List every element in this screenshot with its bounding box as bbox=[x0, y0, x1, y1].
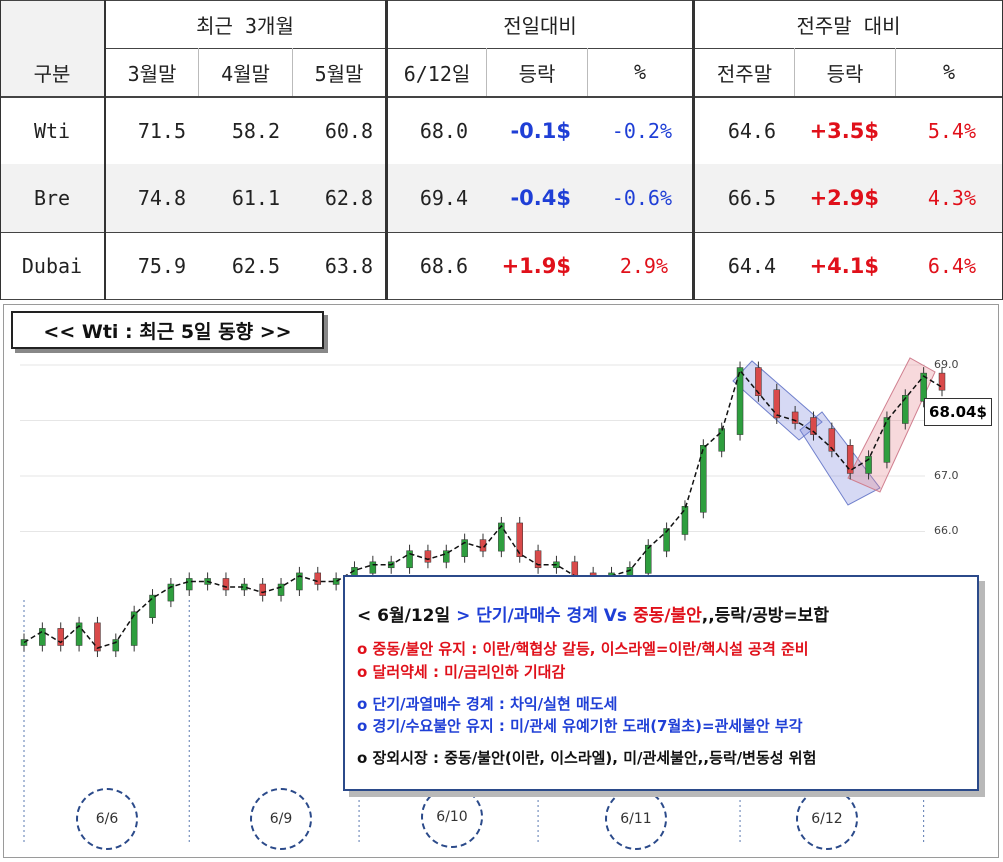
headline-part-b: 중동/불안 bbox=[632, 606, 702, 626]
candle-body bbox=[755, 367, 762, 396]
candle-body bbox=[681, 506, 689, 535]
headline-part-a: 단기/과매수 경계 Vs bbox=[476, 606, 628, 626]
candle-body bbox=[424, 550, 432, 563]
date-badge-jun10: 6/10 bbox=[421, 786, 483, 848]
market-commentary-box: < 6월/12일 > 단기/과매수 경계 Vs 중동/불안,,등락/공방=보합 … bbox=[343, 575, 979, 791]
commentary-line-4: o 경기/수요불안 유지 : 미/관세 유예기한 도래(7월초)=관세불안 부각 bbox=[357, 717, 803, 735]
date-badge-jun6: 6/6 bbox=[76, 788, 138, 850]
headline-arrow: > bbox=[456, 606, 471, 626]
y-tick-67: 67.0 bbox=[934, 469, 959, 482]
candle-body bbox=[736, 367, 744, 435]
headline-date: < 6월/12일 bbox=[357, 606, 451, 626]
last-price-label: 68.04$ bbox=[924, 398, 992, 426]
candle-body bbox=[718, 428, 725, 452]
chart-title: << Wti : 최근 5일 동향 >> bbox=[11, 311, 324, 349]
candle-body bbox=[277, 583, 285, 596]
candle-body bbox=[700, 445, 707, 513]
candle-body bbox=[938, 372, 946, 391]
candle-body bbox=[39, 628, 46, 646]
y-tick-66: 66.0 bbox=[934, 524, 959, 537]
commentary-line-5: o 장외시장 : 중동/불안(이란, 이스라엘), 미/관세불안,,등락/변동성… bbox=[357, 749, 817, 767]
candle-body bbox=[185, 578, 193, 591]
candle-body bbox=[222, 578, 230, 591]
candle-body bbox=[791, 411, 799, 424]
candle-body bbox=[259, 583, 266, 596]
candle-body bbox=[314, 572, 322, 585]
date-badge-jun12: 6/12 bbox=[796, 788, 858, 850]
commentary-headline: < 6월/12일 > 단기/과매수 경계 Vs 중동/불안,,등락/공방=보합 bbox=[357, 601, 829, 626]
commentary-line-1: o 중동/불안 유지 : 이란/핵협상 갈등, 이스라엘=이란/핵시설 공격 준… bbox=[357, 640, 809, 658]
candle-body bbox=[773, 389, 781, 419]
headline-part-c: ,,등락/공방=보합 bbox=[701, 606, 829, 626]
candle-body bbox=[644, 544, 652, 574]
date-badge-jun11: 6/11 bbox=[605, 788, 667, 850]
candle-body bbox=[149, 594, 156, 618]
commentary-line-3: o 단기/과열매수 경계 : 차익/실현 매도세 bbox=[357, 695, 618, 713]
date-badge-jun9: 6/9 bbox=[250, 788, 312, 850]
y-tick-69: 69.0 bbox=[934, 358, 959, 371]
commentary-line-2: o 달러약세 : 미/금리인하 기대감 bbox=[357, 663, 566, 681]
candle-body bbox=[902, 395, 909, 424]
candle-body bbox=[369, 561, 377, 574]
